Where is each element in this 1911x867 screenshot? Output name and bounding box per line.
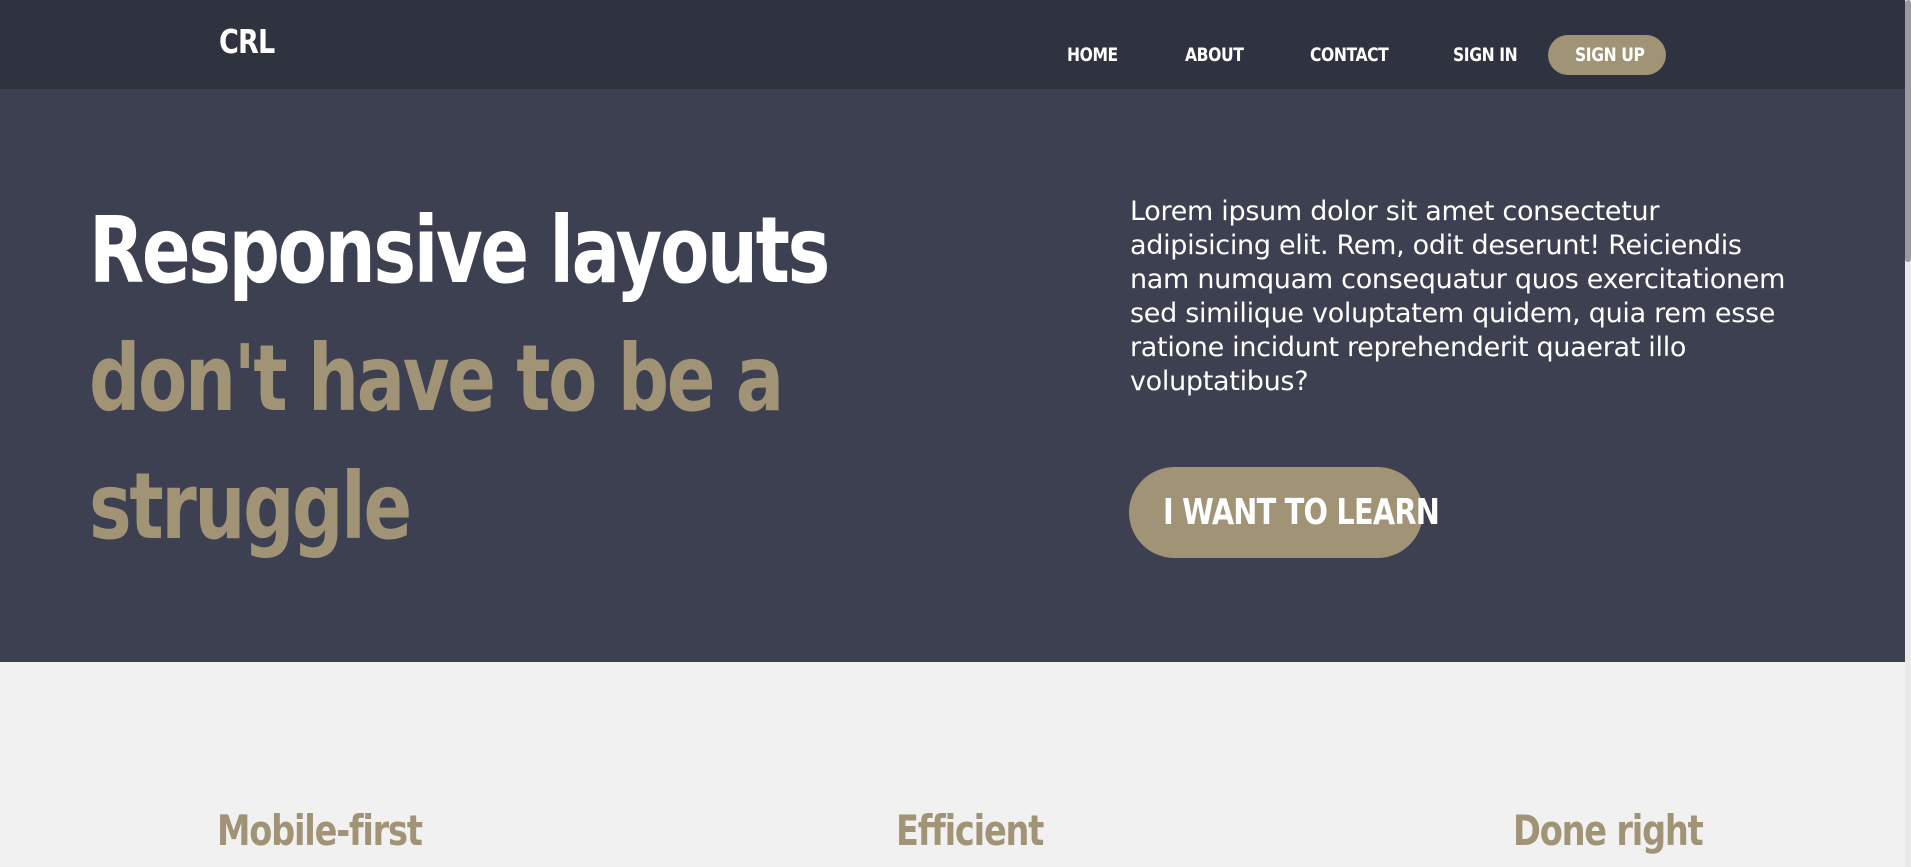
hero-section: Responsive layouts don't have to be a st… [0,89,1911,662]
learn-button-label: I WANT TO LEARN [1163,492,1440,533]
navbar: CRL HOME ABOUT CONTACT SIGN IN SIGN UP [0,0,1911,89]
nav-contact-link[interactable]: CONTACT [1310,44,1389,66]
feature-efficient-title: Efficient [896,806,1044,855]
learn-button[interactable]: I WANT TO LEARN [1129,467,1440,558]
signup-button[interactable]: SIGN UP [1548,35,1666,75]
feature-done-right-title: Done right [1513,806,1704,855]
nav-about-link[interactable]: ABOUT [1185,44,1244,66]
scrollbar-thumb[interactable] [1905,0,1911,262]
logo[interactable]: CRL [219,22,275,61]
nav-signin-link[interactable]: SIGN IN [1453,44,1518,66]
vertical-scrollbar[interactable] [1905,0,1911,867]
hero-description: Lorem ipsum dolor sit amet consectetur a… [1130,196,1786,397]
feature-mobile-first-title: Mobile-first [217,806,423,855]
nav-home-link[interactable]: HOME [1067,44,1118,66]
signup-button-label: SIGN UP [1575,44,1645,66]
hero-headline-line1: Responsive layouts [89,197,830,304]
hero-headline-line2: don't have to be a [89,325,784,432]
hero-headline-line3: struggle [89,453,412,560]
page: CRL HOME ABOUT CONTACT SIGN IN SIGN UP R… [0,0,1911,867]
